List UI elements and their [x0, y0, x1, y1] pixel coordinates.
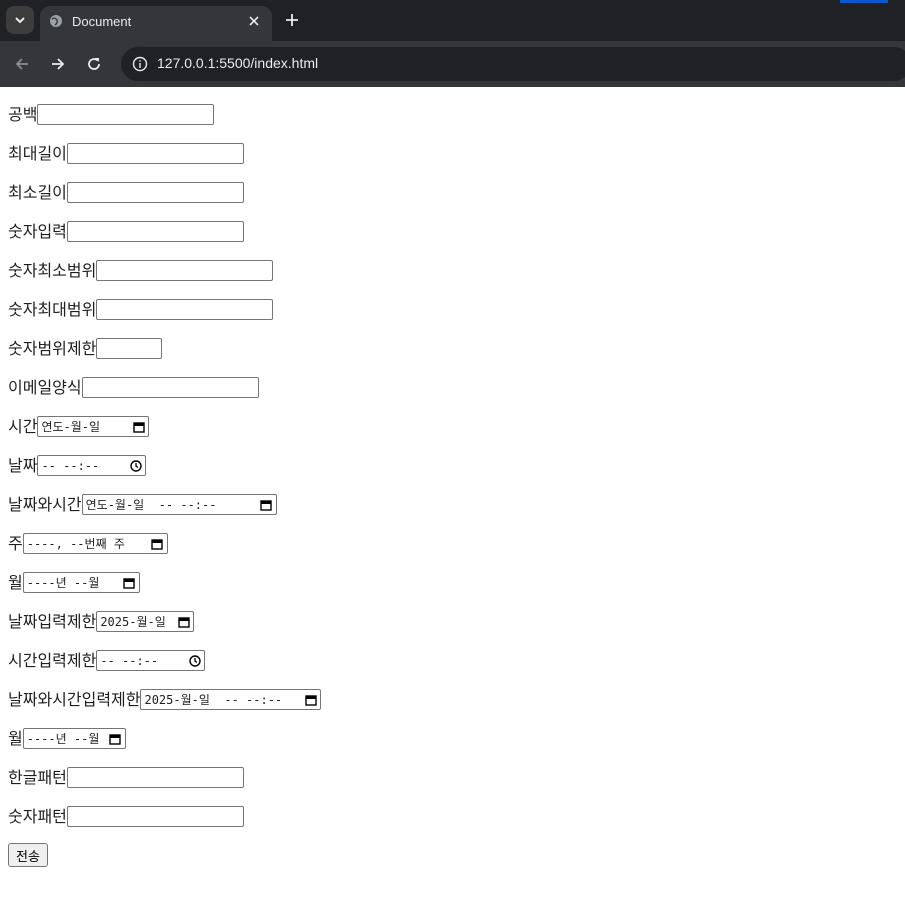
- field-row-number-max: 숫자최대범위: [8, 297, 321, 322]
- field-label: 날짜: [8, 455, 38, 475]
- site-info-button[interactable]: [129, 53, 151, 75]
- field-row-number-min: 숫자최소범위: [8, 258, 321, 283]
- reload-icon: [88, 58, 100, 70]
- field-row-time: 시간 연도-월-일: [8, 414, 321, 439]
- field-label: 월: [8, 728, 23, 748]
- arrow-right-icon: [52, 58, 65, 70]
- field-row-date-limited: 날짜입력제한 2025-월-일: [8, 609, 321, 634]
- reload-button[interactable]: [82, 52, 106, 76]
- date-input-display: 연도-월-일: [41, 419, 101, 434]
- field-row-number-range: 숫자범위제한: [8, 336, 321, 361]
- number-range-input[interactable]: [96, 338, 163, 359]
- field-label: 최대길이: [8, 143, 67, 163]
- window-accent: [840, 0, 888, 3]
- field-label: 주: [8, 533, 23, 553]
- date-limited-display: 2025-월-일: [100, 614, 166, 629]
- plus-icon: [286, 14, 298, 26]
- field-row-month-2: 월 ----년 --월: [8, 726, 321, 751]
- field-row-number: 숫자입력: [8, 219, 321, 244]
- back-button[interactable]: [10, 52, 34, 76]
- browser-tab[interactable]: Document: [40, 6, 272, 41]
- datetime-input-display: 연도-월-일 -- --:--: [85, 497, 217, 512]
- field-label: 날짜입력제한: [8, 611, 97, 631]
- number-min-input[interactable]: [96, 260, 274, 281]
- new-tab-button[interactable]: [280, 8, 304, 32]
- field-row-time-limited: 시간입력제한 -- --:--: [8, 648, 321, 673]
- field-label: 숫자입력: [8, 221, 67, 241]
- field-row-datetime-limited: 날짜와시간입력제한 2025-월-일 -- --:--: [8, 687, 322, 712]
- chevron-down-icon: [15, 17, 25, 24]
- week-input[interactable]: ----, --번째 주: [22, 533, 168, 554]
- field-row-korean-pattern: 한글패턴: [8, 765, 321, 790]
- week-input-display: ----, --번째 주: [26, 536, 125, 551]
- field-row-minlength: 최소길이: [8, 180, 321, 205]
- field-row-datetime: 날짜와시간 연도-월-일 -- --:--: [8, 492, 321, 517]
- calendar-icon[interactable]: [177, 615, 190, 628]
- field-label: 날짜와시간: [8, 494, 82, 514]
- email-input[interactable]: [81, 377, 259, 398]
- field-label: 이메일양식: [8, 377, 82, 397]
- time-input-display: -- --:--: [41, 458, 100, 473]
- datetime-limited-display: 2025-월-일 -- --:--: [144, 692, 283, 707]
- month-input-display: ----년 --월: [26, 575, 100, 590]
- clock-icon[interactable]: [188, 654, 201, 667]
- field-row-date: 날짜 -- --:--: [8, 453, 321, 478]
- number-input[interactable]: [66, 221, 244, 242]
- field-row-email: 이메일양식: [8, 375, 321, 400]
- month-input-2[interactable]: ----년 --월: [22, 728, 126, 749]
- info-icon: [132, 56, 148, 72]
- validation-form: 공백 최대길이 최소길이 숫자입력 숫자최소범위 숫자최대범위 숫자범위제한 이…: [8, 102, 322, 867]
- field-row-week: 주 ----, --번째 주: [8, 531, 321, 556]
- field-row-maxlength: 최대길이: [8, 141, 321, 166]
- time-limited-display: -- --:--: [100, 653, 159, 668]
- minlength-input[interactable]: [66, 182, 244, 203]
- browser-toolbar: 127.0.0.1:5500/index.html: [0, 41, 905, 87]
- datetime-limited-input[interactable]: 2025-월-일 -- --:--: [140, 689, 322, 710]
- tab-search-button[interactable]: [6, 6, 34, 34]
- field-label: 한글패턴: [8, 767, 67, 787]
- field-label: 날짜와시간입력제한: [8, 689, 141, 709]
- date-limited-input[interactable]: 2025-월-일: [96, 611, 195, 632]
- calendar-icon[interactable]: [260, 498, 273, 511]
- month-input-2-display: ----년 --월: [26, 731, 100, 746]
- field-label: 숫자최소범위: [8, 260, 97, 280]
- field-label: 시간: [8, 416, 38, 436]
- field-label: 최소길이: [8, 182, 67, 202]
- tab-title: Document: [72, 14, 132, 29]
- maxlength-input[interactable]: [66, 143, 244, 164]
- address-bar[interactable]: 127.0.0.1:5500/index.html: [121, 47, 905, 81]
- close-icon: [249, 16, 259, 26]
- calendar-icon[interactable]: [109, 732, 122, 745]
- forward-button[interactable]: [46, 52, 70, 76]
- browser-tabstrip: Document: [0, 0, 905, 41]
- calendar-icon[interactable]: [123, 576, 136, 589]
- korean-pattern-input[interactable]: [66, 767, 244, 788]
- submit-button[interactable]: 전송: [8, 843, 48, 867]
- number-pattern-input[interactable]: [66, 806, 244, 827]
- datetime-input[interactable]: 연도-월-일 -- --:--: [81, 494, 277, 515]
- blank-input[interactable]: [37, 104, 215, 125]
- time-limited-input[interactable]: -- --:--: [96, 650, 206, 671]
- field-label: 숫자최대범위: [8, 299, 97, 319]
- calendar-icon[interactable]: [132, 420, 145, 433]
- url-text: 127.0.0.1:5500/index.html: [157, 55, 319, 71]
- clock-icon[interactable]: [129, 459, 142, 472]
- field-row-blank: 공백: [8, 102, 321, 127]
- globe-icon: [50, 15, 62, 27]
- field-label: 시간입력제한: [8, 650, 97, 670]
- tab-close-button[interactable]: [246, 13, 262, 29]
- field-row-month: 월 ----년 --월: [8, 570, 321, 595]
- field-label: 숫자패턴: [8, 806, 67, 826]
- date-input[interactable]: 연도-월-일: [37, 416, 150, 437]
- field-label: 월: [8, 572, 23, 592]
- arrow-left-icon: [15, 58, 28, 70]
- field-label: 숫자범위제한: [8, 338, 97, 358]
- calendar-icon[interactable]: [304, 693, 317, 706]
- number-max-input[interactable]: [96, 299, 274, 320]
- calendar-icon[interactable]: [151, 537, 164, 550]
- field-row-number-pattern: 숫자패턴: [8, 804, 321, 829]
- time-input[interactable]: -- --:--: [37, 455, 147, 476]
- field-label: 공백: [8, 104, 38, 124]
- month-input[interactable]: ----년 --월: [22, 572, 140, 593]
